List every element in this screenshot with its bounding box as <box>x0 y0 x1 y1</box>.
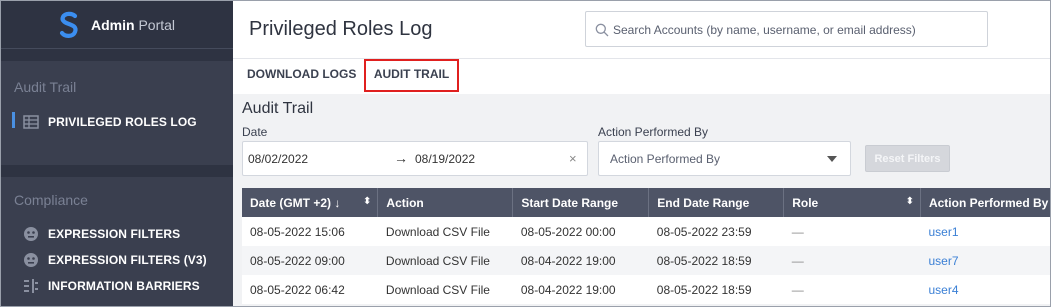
cell-action: Download CSV File <box>377 275 513 304</box>
barrier-icon <box>24 279 38 293</box>
active-indicator <box>12 112 15 128</box>
column-header-date[interactable]: Date (GMT +2) ↓ ⬍ <box>242 188 379 217</box>
user-link[interactable]: user4 <box>928 283 958 297</box>
cell-end-date: 08-05-2022 23:59 <box>648 217 784 246</box>
sort-icon[interactable]: ⬍ <box>363 196 371 207</box>
sidebar-section-title: Compliance <box>14 192 88 208</box>
date-end: 08/19/2022 <box>415 152 476 166</box>
brand-name: Admin Portal <box>91 17 176 33</box>
tab-download-logs[interactable]: DOWNLOAD LOGS <box>247 67 356 81</box>
date-range-picker[interactable]: 08/02/2022 → 08/19/2022 × <box>242 141 588 176</box>
search-input[interactable] <box>613 20 983 40</box>
sidebar-item-information-barriers[interactable]: INFORMATION BARRIERS <box>1 274 233 298</box>
sidebar-item-label: EXPRESSION FILTERS (V3) <box>48 253 207 267</box>
table-row: 08-05-2022 15:06 Download CSV File 08-05… <box>242 217 1050 246</box>
column-header-action-performed-by: Action Performed By <box>920 188 1050 217</box>
column-header-start-date-range: Start Date Range <box>512 188 650 217</box>
sidebar-item-expression-filters[interactable]: EXPRESSION FILTERS <box>1 222 233 246</box>
sidebar: Admin Portal Audit Trail PRIVILEGED ROLE… <box>1 1 233 306</box>
cell-action: Download CSV File <box>377 246 513 275</box>
select-placeholder: Action Performed By <box>610 152 721 166</box>
sidebar-item-label: INFORMATION BARRIERS <box>48 279 200 293</box>
sidebar-section-compliance: Compliance EXPRESSION FILTERS EXPRESSION… <box>1 177 233 306</box>
app-window: Admin Portal Audit Trail PRIVILEGED ROLE… <box>0 0 1051 307</box>
table-icon <box>23 115 39 129</box>
cell-end-date: 08-05-2022 18:59 <box>648 275 784 304</box>
cell-date: 08-05-2022 06:42 <box>242 275 378 304</box>
cell-start-date: 08-04-2022 19:00 <box>512 275 649 304</box>
page-header: Privileged Roles Log <box>233 1 1050 59</box>
logo-icon <box>59 11 78 38</box>
sidebar-item-expression-filters-v3[interactable]: EXPRESSION FILTERS (V3) <box>1 248 233 272</box>
action-performed-by-label: Action Performed By <box>598 125 709 139</box>
sidebar-divider <box>1 165 233 177</box>
cell-start-date: 08-04-2022 19:00 <box>512 246 649 275</box>
page-title: Privileged Roles Log <box>249 18 433 40</box>
sidebar-divider <box>1 49 233 61</box>
date-label: Date <box>242 125 268 139</box>
arrow-right-icon: → <box>394 150 408 166</box>
column-header-action: Action <box>377 188 514 217</box>
sort-icon[interactable]: ⬍ <box>906 196 914 207</box>
cell-role: — <box>783 217 921 246</box>
user-link[interactable]: user7 <box>928 254 958 268</box>
close-icon[interactable]: × <box>569 151 577 166</box>
tab-audit-trail[interactable]: AUDIT TRAIL <box>364 59 459 92</box>
section-title: Audit Trail <box>242 100 314 117</box>
cell-end-date: 08-05-2022 18:59 <box>648 246 784 275</box>
sidebar-section-audit: Audit Trail PRIVILEGED ROLES LOG <box>1 61 233 165</box>
sidebar-section-title: Audit Trail <box>14 79 77 95</box>
table-row: 08-05-2022 09:00 Download CSV File 08-04… <box>242 246 1050 275</box>
column-header-role[interactable]: Role ⬍ <box>783 188 921 217</box>
sidebar-item-privileged-roles-log[interactable]: PRIVILEGED ROLES LOG <box>1 110 233 134</box>
column-header-end-date-range: End Date Range <box>648 188 785 217</box>
tab-bar: DOWNLOAD LOGS AUDIT TRAIL <box>233 59 1050 94</box>
cell-date: 08-05-2022 09:00 <box>242 246 378 275</box>
cell-date: 08-05-2022 15:06 <box>242 217 378 246</box>
sidebar-item-label: PRIVILEGED ROLES LOG <box>48 115 197 129</box>
table-header-row: Date (GMT +2) ↓ ⬍ Action Start Date Range… <box>242 188 1050 217</box>
filter-icon <box>24 227 38 241</box>
cell-role: — <box>783 275 921 304</box>
search-box <box>585 11 988 47</box>
search-icon <box>595 23 609 37</box>
table-row: 08-05-2022 06:42 Download CSV File 08-04… <box>242 275 1050 304</box>
brand-bar: Admin Portal <box>1 1 233 49</box>
filter-icon <box>24 253 38 267</box>
user-link[interactable]: user1 <box>928 225 958 239</box>
cell-start-date: 08-05-2022 00:00 <box>512 217 649 246</box>
audit-table: Date (GMT +2) ↓ ⬍ Action Start Date Range… <box>242 188 1050 304</box>
cell-performed-by: user7 <box>920 246 1050 275</box>
cell-action: Download CSV File <box>377 217 513 246</box>
cell-role: — <box>783 246 921 275</box>
reset-filters-button[interactable]: Reset Filters <box>865 145 950 172</box>
sidebar-item-label: EXPRESSION FILTERS <box>48 227 181 241</box>
chevron-down-icon <box>827 156 837 162</box>
main-content: Audit Trail Date Action Performed By 08/… <box>233 94 1050 306</box>
action-performed-by-select[interactable]: Action Performed By <box>598 141 851 176</box>
cell-performed-by: user1 <box>920 217 1050 246</box>
date-start: 08/02/2022 <box>248 152 309 166</box>
cell-performed-by: user4 <box>920 275 1050 304</box>
